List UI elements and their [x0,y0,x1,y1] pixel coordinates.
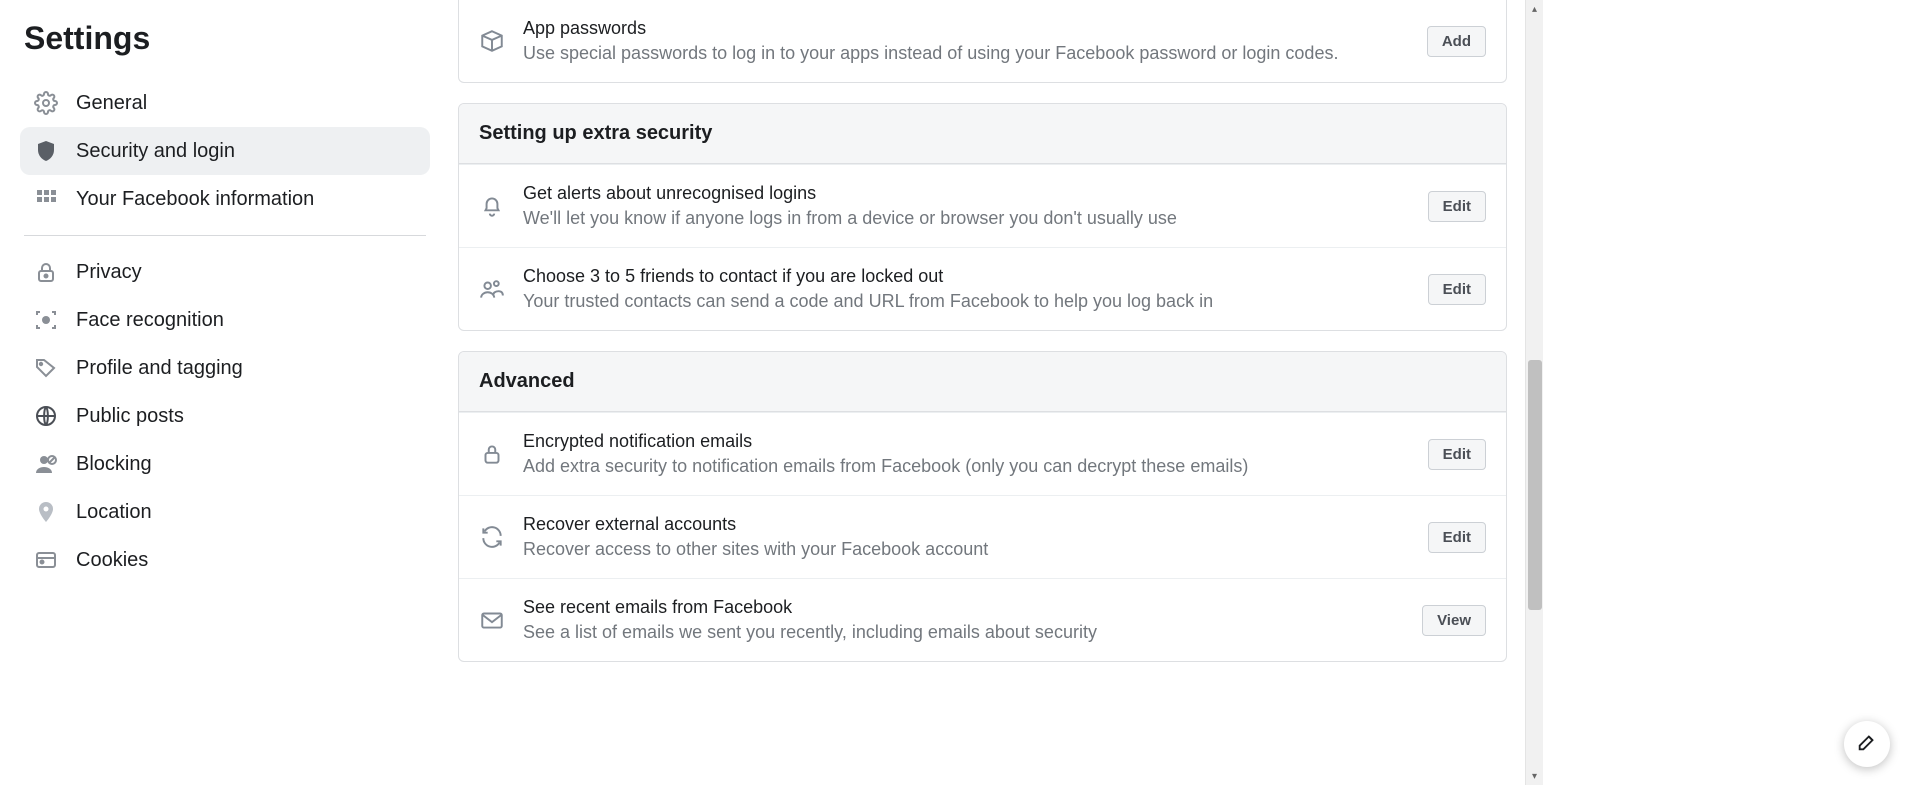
row-desc: We'll let you know if anyone logs in fro… [523,208,1410,229]
face-scan-icon [34,308,58,332]
scroll-down-arrow[interactable]: ▾ [1526,767,1543,785]
sidebar-label: Blocking [76,453,152,476]
settings-title: Settings [20,20,430,57]
settings-content: App passwords Use special passwords to l… [440,0,1525,785]
tag-icon [34,356,58,380]
sidebar-item-privacy[interactable]: Privacy [20,248,430,296]
card-icon [34,548,58,572]
sidebar-item-location[interactable]: Location [20,488,430,536]
row-title: See recent emails from Facebook [523,597,1404,618]
grid-icon [34,187,58,211]
row-desc: Recover access to other sites with your … [523,539,1410,560]
sidebar-item-cookies[interactable]: Cookies [20,536,430,584]
row-title: Encrypted notification emails [523,431,1410,452]
sidebar-divider [24,235,426,236]
browser-scrollbar[interactable]: ▴ ▾ [1525,0,1543,785]
scroll-thumb[interactable] [1528,360,1542,610]
add-button[interactable]: Add [1427,26,1486,57]
row-title: Choose 3 to 5 friends to contact if you … [523,266,1410,287]
row-desc: Your trusted contacts can send a code an… [523,291,1410,312]
sidebar-label: Profile and tagging [76,357,243,380]
globe-icon [34,404,58,428]
mail-icon [479,607,505,633]
sidebar-item-blocking[interactable]: Blocking [20,440,430,488]
block-user-icon [34,452,58,476]
view-button[interactable]: View [1422,605,1486,636]
refresh-icon [479,524,505,550]
row-login-alerts: Get alerts about unrecognised logins We'… [459,164,1506,247]
compose-fab[interactable] [1844,721,1890,767]
panel-top-partial: App passwords Use special passwords to l… [458,0,1507,83]
sidebar-label: Privacy [76,261,142,284]
sidebar-item-general[interactable]: General [20,79,430,127]
sidebar-label: General [76,92,147,115]
sidebar-item-profile-tagging[interactable]: Profile and tagging [20,344,430,392]
sidebar-label: Security and login [76,140,235,163]
compose-icon [1856,731,1878,758]
scroll-up-arrow[interactable]: ▴ [1526,0,1543,18]
row-encrypted-emails: Encrypted notification emails Add extra … [459,412,1506,495]
sidebar-item-security-login[interactable]: Security and login [20,127,430,175]
friends-icon [479,276,505,302]
lock-icon [479,441,505,467]
bell-icon [479,193,505,219]
row-desc: See a list of emails we sent you recentl… [523,622,1404,643]
row-app-passwords: App passwords Use special passwords to l… [459,0,1506,82]
gear-icon [34,91,58,115]
sidebar-label: Location [76,501,152,524]
panel-header: Advanced [459,352,1506,412]
sidebar-item-public-posts[interactable]: Public posts [20,392,430,440]
edit-button[interactable]: Edit [1428,522,1486,553]
sidebar-label: Face recognition [76,309,224,332]
row-desc: Add extra security to notification email… [523,456,1410,477]
row-title: Recover external accounts [523,514,1410,535]
sidebar-label: Public posts [76,405,184,428]
sidebar-label: Your Facebook information [76,188,314,211]
location-pin-icon [34,500,58,524]
row-title: Get alerts about unrecognised logins [523,183,1410,204]
panel-advanced: Advanced Encrypted notification emails A… [458,351,1507,662]
edit-button[interactable]: Edit [1428,439,1486,470]
row-trusted-friends: Choose 3 to 5 friends to contact if you … [459,247,1506,330]
settings-sidebar: Settings General Security and login Your… [0,0,440,785]
row-recent-emails: See recent emails from Facebook See a li… [459,578,1506,661]
row-recover-external: Recover external accounts Recover access… [459,495,1506,578]
box-icon [479,28,505,54]
sidebar-label: Cookies [76,549,148,572]
edit-button[interactable]: Edit [1428,191,1486,222]
panel-extra-security: Setting up extra security Get alerts abo… [458,103,1507,331]
lock-person-icon [34,260,58,284]
sidebar-item-face-recognition[interactable]: Face recognition [20,296,430,344]
edit-button[interactable]: Edit [1428,274,1486,305]
sidebar-item-your-info[interactable]: Your Facebook information [20,175,430,223]
panel-header: Setting up extra security [459,104,1506,164]
main-scroll-area[interactable]: Settings General Security and login Your… [0,0,1525,785]
shield-icon [34,139,58,163]
row-desc: Use special passwords to log in to your … [523,43,1409,64]
row-title: App passwords [523,18,1409,39]
